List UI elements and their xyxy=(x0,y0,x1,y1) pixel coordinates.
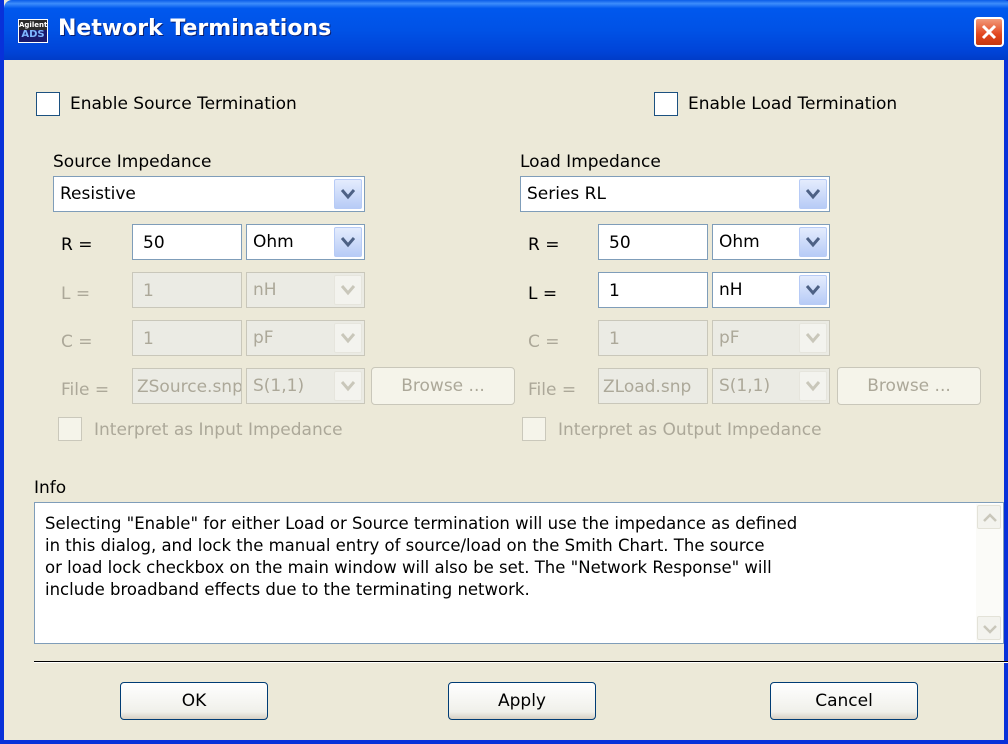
app-icon-line2: ADS xyxy=(21,29,45,40)
load-r-unit: Ohm xyxy=(719,232,760,252)
enable-load-checkbox[interactable] xyxy=(654,92,678,116)
load-file-param: S(1,1) xyxy=(719,376,771,396)
dialog-content: Enable Source Termination Enable Load Te… xyxy=(8,60,1008,740)
close-icon xyxy=(981,24,997,40)
chevron-down-icon[interactable] xyxy=(334,275,362,305)
chevron-up-icon xyxy=(983,513,997,522)
info-text: Selecting "Enable" for either Load or So… xyxy=(45,514,798,599)
scroll-down-button[interactable] xyxy=(977,616,1001,640)
load-c-label: C = xyxy=(528,332,560,352)
source-file-label: File = xyxy=(61,380,110,400)
app-icon: Agilent ADS xyxy=(18,19,48,43)
chevron-down-icon[interactable] xyxy=(334,323,362,353)
chevron-down-icon[interactable] xyxy=(334,227,362,257)
source-l-unit-select[interactable]: nH xyxy=(246,272,365,308)
load-interpret-label: Interpret as Output Impedance xyxy=(558,420,822,440)
enable-source-checkbox[interactable] xyxy=(36,92,60,116)
source-c-input[interactable]: 1 xyxy=(132,320,242,356)
apply-button[interactable]: Apply xyxy=(448,682,596,720)
chevron-down-icon[interactable] xyxy=(799,275,827,305)
load-impedance-value: Series RL xyxy=(527,184,606,204)
load-interpret-checkbox[interactable] xyxy=(522,417,546,441)
source-file-param-select[interactable]: S(1,1) xyxy=(246,368,365,404)
load-l-input[interactable]: 1 xyxy=(598,272,708,308)
load-file-label: File = xyxy=(528,380,577,400)
chevron-down-icon[interactable] xyxy=(334,371,362,401)
enable-source-label: Enable Source Termination xyxy=(70,94,297,114)
load-c-input[interactable]: 1 xyxy=(598,320,708,356)
chevron-down-icon[interactable] xyxy=(799,179,827,209)
load-r-unit-select[interactable]: Ohm xyxy=(712,224,830,260)
divider xyxy=(34,661,1008,663)
load-r-label: R = xyxy=(528,235,560,255)
window-title: Network Terminations xyxy=(58,16,332,41)
cancel-button[interactable]: Cancel xyxy=(770,682,918,720)
load-impedance-select[interactable]: Series RL xyxy=(520,176,830,212)
source-interpret-label: Interpret as Input Impedance xyxy=(94,420,343,440)
title-bar[interactable]: Agilent ADS Network Terminations xyxy=(4,0,1008,60)
load-l-label: L = xyxy=(528,284,558,304)
load-file-param-select[interactable]: S(1,1) xyxy=(712,368,830,404)
close-button[interactable] xyxy=(974,17,1004,47)
source-r-input[interactable]: 50 xyxy=(132,224,242,260)
source-l-input[interactable]: 1 xyxy=(132,272,242,308)
source-browse-button[interactable]: Browse ... xyxy=(371,367,515,405)
source-impedance-value: Resistive xyxy=(60,184,136,204)
chevron-down-icon[interactable] xyxy=(334,179,362,209)
chevron-down-icon[interactable] xyxy=(799,371,827,401)
ok-button[interactable]: OK xyxy=(120,682,268,720)
enable-load-label: Enable Load Termination xyxy=(688,94,898,114)
load-c-unit-select[interactable]: pF xyxy=(712,320,830,356)
source-file-input[interactable]: ZSource.snp xyxy=(132,368,242,404)
load-l-unit: nH xyxy=(719,280,743,300)
source-c-unit: pF xyxy=(253,328,274,348)
source-c-label: C = xyxy=(61,332,93,352)
source-c-unit-select[interactable]: pF xyxy=(246,320,365,356)
chevron-down-icon xyxy=(983,625,997,634)
info-textarea[interactable]: Selecting "Enable" for either Load or So… xyxy=(34,502,1004,644)
info-label: Info xyxy=(34,478,67,498)
chevron-down-icon[interactable] xyxy=(799,227,827,257)
scroll-up-button[interactable] xyxy=(977,505,1001,529)
source-l-unit: nH xyxy=(253,280,277,300)
load-impedance-label: Load Impedance xyxy=(520,152,661,172)
source-impedance-select[interactable]: Resistive xyxy=(53,176,365,212)
load-file-input[interactable]: ZLoad.snp xyxy=(598,368,708,404)
source-impedance-label: Source Impedance xyxy=(53,152,212,172)
source-l-label: L = xyxy=(61,284,91,304)
source-file-param: S(1,1) xyxy=(253,376,305,396)
source-interpret-checkbox[interactable] xyxy=(58,417,82,441)
info-scrollbar[interactable] xyxy=(976,504,1002,642)
load-c-unit: pF xyxy=(719,328,740,348)
load-browse-button[interactable]: Browse ... xyxy=(837,367,981,405)
source-r-unit: Ohm xyxy=(253,232,294,252)
chevron-down-icon[interactable] xyxy=(799,323,827,353)
load-r-input[interactable]: 50 xyxy=(598,224,708,260)
source-r-unit-select[interactable]: Ohm xyxy=(246,224,365,260)
dialog-window: Agilent ADS Network Terminations Enable … xyxy=(0,0,1008,744)
load-l-unit-select[interactable]: nH xyxy=(712,272,830,308)
source-r-label: R = xyxy=(61,235,93,255)
